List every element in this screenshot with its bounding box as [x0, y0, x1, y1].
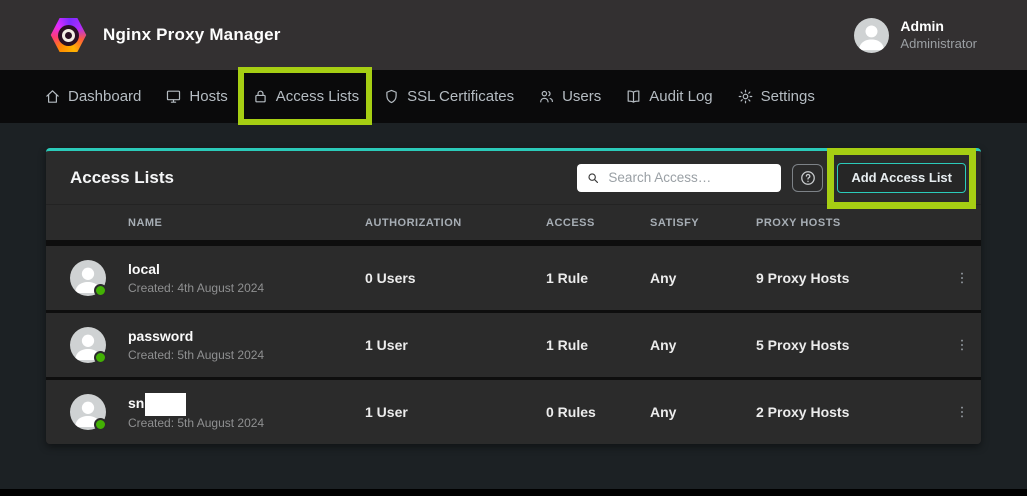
nav-label: Hosts: [189, 88, 227, 105]
access-value: 1 Rule: [546, 337, 650, 353]
satisfy-value: Any: [650, 404, 756, 420]
nav-item-users[interactable]: Users: [538, 88, 601, 105]
monitor-icon: [165, 88, 182, 105]
col-header-authorization: Authorization: [365, 217, 546, 229]
proxy-hosts-value: 2 Proxy Hosts: [756, 404, 946, 420]
col-header-access: Access: [546, 217, 650, 229]
nav-item-audit-log[interactable]: Audit Log: [625, 88, 712, 105]
vertical-dots-icon: [954, 403, 970, 421]
nav-label: Users: [562, 88, 601, 105]
satisfy-value: Any: [650, 337, 756, 353]
nav-label: Access Lists: [276, 88, 359, 105]
row-menu-button[interactable]: [948, 399, 976, 425]
access-list-name: local: [128, 261, 365, 277]
col-header-proxy-hosts: Proxy Hosts: [756, 217, 946, 229]
vertical-dots-icon: [954, 336, 970, 354]
nav-label: Audit Log: [649, 88, 712, 105]
search-box: [577, 164, 781, 192]
status-dot: [94, 284, 107, 297]
nav-item-dashboard[interactable]: Dashboard: [44, 88, 141, 105]
app-title: Nginx Proxy Manager: [103, 25, 281, 45]
col-header-satisfy: Satisfy: [650, 217, 756, 229]
access-list-name: sn: [128, 395, 144, 411]
search-input[interactable]: [608, 170, 772, 185]
app-logo-link[interactable]: Nginx Proxy Manager: [50, 17, 281, 54]
created-date: Created: 5th August 2024: [128, 416, 365, 430]
npm-logo-icon: [50, 17, 87, 54]
satisfy-value: Any: [650, 270, 756, 286]
status-dot: [94, 418, 107, 431]
table-header-row: Name Authorization Access Satisfy Proxy …: [46, 205, 981, 240]
nav-item-ssl-certificates[interactable]: SSL Certificates: [383, 88, 514, 105]
window-bottom-edge: [0, 489, 1027, 496]
shield-icon: [383, 88, 400, 105]
user-avatar: [854, 18, 889, 53]
proxy-hosts-value: 9 Proxy Hosts: [756, 270, 946, 286]
gear-icon: [737, 88, 754, 105]
row-menu-button[interactable]: [948, 265, 976, 291]
home-icon: [44, 88, 61, 105]
access-value: 1 Rule: [546, 270, 650, 286]
question-circle-icon: [799, 169, 817, 187]
authorization-value: 0 Users: [365, 270, 546, 286]
help-button[interactable]: [792, 164, 823, 192]
access-lists-panel: Access Lists Add Access List Name Author…: [46, 148, 981, 444]
row-menu-button[interactable]: [948, 332, 976, 358]
panel-header: Access Lists Add Access List: [46, 151, 981, 205]
table-row: sn Created: 5th August 2024 1 User 0 Rul…: [46, 380, 981, 444]
lock-icon: [252, 88, 269, 105]
nav-item-hosts[interactable]: Hosts: [165, 88, 227, 105]
access-list-name: password: [128, 328, 365, 344]
nav-label: Settings: [761, 88, 815, 105]
nav-item-settings[interactable]: Settings: [737, 88, 815, 105]
nav-item-access-lists[interactable]: Access Lists: [252, 88, 359, 105]
table-row: local Created: 4th August 2024 0 Users 1…: [46, 246, 981, 310]
app-header: Nginx Proxy Manager Admin Administrator: [0, 0, 1027, 70]
book-icon: [625, 88, 642, 105]
user-name: Admin: [900, 18, 977, 36]
created-date: Created: 5th August 2024: [128, 348, 365, 362]
user-role: Administrator: [900, 36, 977, 52]
main-nav: Dashboard Hosts Access Lists SSL Certifi…: [0, 70, 1027, 123]
access-value: 0 Rules: [546, 404, 650, 420]
vertical-dots-icon: [954, 269, 970, 287]
authorization-value: 1 User: [365, 337, 546, 353]
redaction-box: [145, 393, 186, 416]
col-header-name: Name: [128, 217, 365, 229]
proxy-hosts-value: 5 Proxy Hosts: [756, 337, 946, 353]
panel-title: Access Lists: [70, 168, 174, 188]
add-access-list-button[interactable]: Add Access List: [837, 163, 966, 193]
nav-label: Dashboard: [68, 88, 141, 105]
nav-label: SSL Certificates: [407, 88, 514, 105]
created-date: Created: 4th August 2024: [128, 281, 365, 295]
user-menu[interactable]: Admin Administrator: [854, 18, 977, 53]
table-row: password Created: 5th August 2024 1 User…: [46, 313, 981, 377]
search-icon: [586, 170, 600, 186]
users-icon: [538, 88, 555, 105]
status-dot: [94, 351, 107, 364]
authorization-value: 1 User: [365, 404, 546, 420]
